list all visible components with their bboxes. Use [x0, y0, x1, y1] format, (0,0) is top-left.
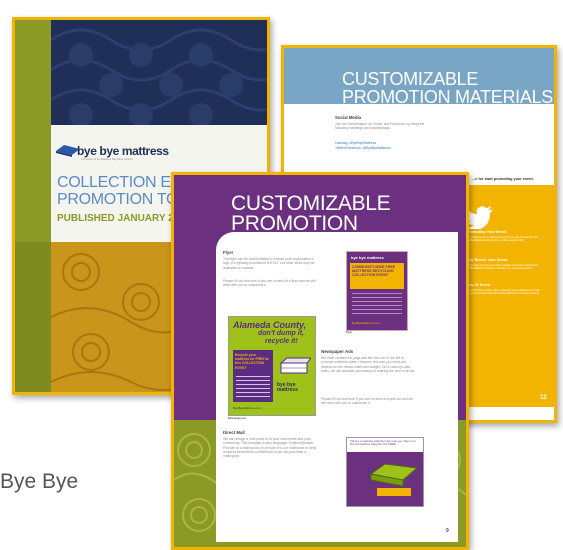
direct-mail-body: We can design a mail piece to fit your m… — [223, 437, 317, 459]
newspaper-ads-body-1: We have created full-page ads like the o… — [321, 356, 416, 373]
social-media-body: Join the conversation on Twitter and Fac… — [335, 122, 425, 131]
ad-line-2: don't dump it, — [258, 330, 304, 337]
newspaper-ads-heading: Newspaper Ads — [321, 349, 354, 354]
cover-title-line1: COLLECTION EV — [57, 174, 182, 191]
flyer-thumb-title: COMMUNITY-WIDE FREE MATTRESS RECYCLING C… — [352, 265, 396, 278]
front-page-number: 9 — [446, 528, 449, 534]
hashtag-text: Hashtag: #ByeByeMattress — [335, 141, 377, 145]
flyer-thumb-details — [352, 293, 402, 317]
promo-3-heading: ...ay Of Event — [466, 283, 491, 287]
ad-line-1: Alameda County, — [233, 320, 307, 330]
back-page-number: 12 — [540, 395, 547, 401]
ad-brand: bye bye mattress — [277, 382, 298, 393]
mattress-illustration-icon — [279, 357, 311, 374]
flyer-body-1: This flyer can be customizable to includ… — [223, 257, 315, 270]
promo-3-body: Are (or location) today! We're collectin… — [466, 289, 541, 296]
cover-title-line2: PROMOTION TO — [57, 191, 179, 208]
cover-logo-text: bye bye mattress — [77, 144, 169, 158]
cover-olive-bottom — [15, 242, 51, 392]
ad-event-details — [236, 376, 270, 398]
promo-2-heading: ...ay Before Your Event — [466, 258, 508, 262]
twitter-bird-icon — [465, 206, 493, 229]
start-promo-text: ...e for start promoting your event. — [472, 177, 534, 181]
twitter-handle-text: Twitter/Facebook: @ByeByeMattress — [335, 146, 391, 150]
promo-2-body: Don't forget to bring your used mattress… — [466, 264, 539, 271]
newspaper-ad-thumbnail: Alameda County, don't dump it, recycle i… — [228, 316, 316, 416]
ad-footer: ByeByeMattress.com — [233, 406, 262, 410]
flyer-thumb-brand: bye bye mattress — [351, 255, 384, 260]
back-page-title-line1: CUSTOMIZABLE — [342, 69, 479, 89]
front-content-card: Flyer This flyer can be customizable to … — [216, 232, 458, 542]
ad-event-text: Recycle your mattress for FREE at this C… — [235, 353, 269, 370]
front-page-title-line1: CUSTOMIZABLE — [231, 192, 391, 215]
ad-line-3: recycle it! — [265, 338, 298, 345]
cover-published: PUBLISHED JANUARY 2 — [57, 213, 174, 224]
direct-mail-heading: Direct Mail — [223, 430, 245, 435]
flyer-heading: Flyer — [223, 250, 234, 255]
direct-mail-thumbnail: There's a mattress collection site near … — [346, 437, 424, 507]
flyer-caption: Flyer — [346, 331, 353, 334]
promo-1-body: ...e collecting used mattresses at (you … — [466, 236, 539, 243]
front-page: CUSTOMIZABLE PROMOTION MATERIALS Flyer T… — [171, 172, 469, 550]
cover-navy-pattern — [50, 20, 267, 127]
cover-logo-tagline: A Program of the Mattress Recycling Coun… — [81, 158, 133, 161]
social-media-heading: Social Media — [335, 115, 362, 120]
promo-1-heading: ...romoting Your Event — [466, 230, 507, 234]
newspaper-ads-body-2: Please fill out this form if you are in … — [321, 397, 413, 406]
mail-thumb-text: There's a mattress collection site near … — [350, 439, 416, 447]
flyer-body-2: Please fill out this form if you are in … — [223, 279, 316, 288]
flyer-thumbnail: bye bye mattress COMMUNITY-WIDE FREE MAT… — [346, 251, 408, 331]
ad-event-box: Recycle your mattress for FREE at this C… — [233, 350, 273, 402]
back-page-title-line2: PROMOTION MATERIALS — [342, 87, 553, 107]
mattress-illustration-icon — [369, 463, 419, 496]
flyer-thumb-footer: ByeByeMattress.com — [352, 321, 381, 325]
hex-pattern-graphic — [50, 28, 267, 127]
promo-panel: ...romoting Your Event ...e collecting u… — [464, 185, 554, 407]
slide-caption: Bye Bye — [0, 470, 79, 493]
newspaper-ad-caption: Newspaper ad — [228, 417, 246, 420]
